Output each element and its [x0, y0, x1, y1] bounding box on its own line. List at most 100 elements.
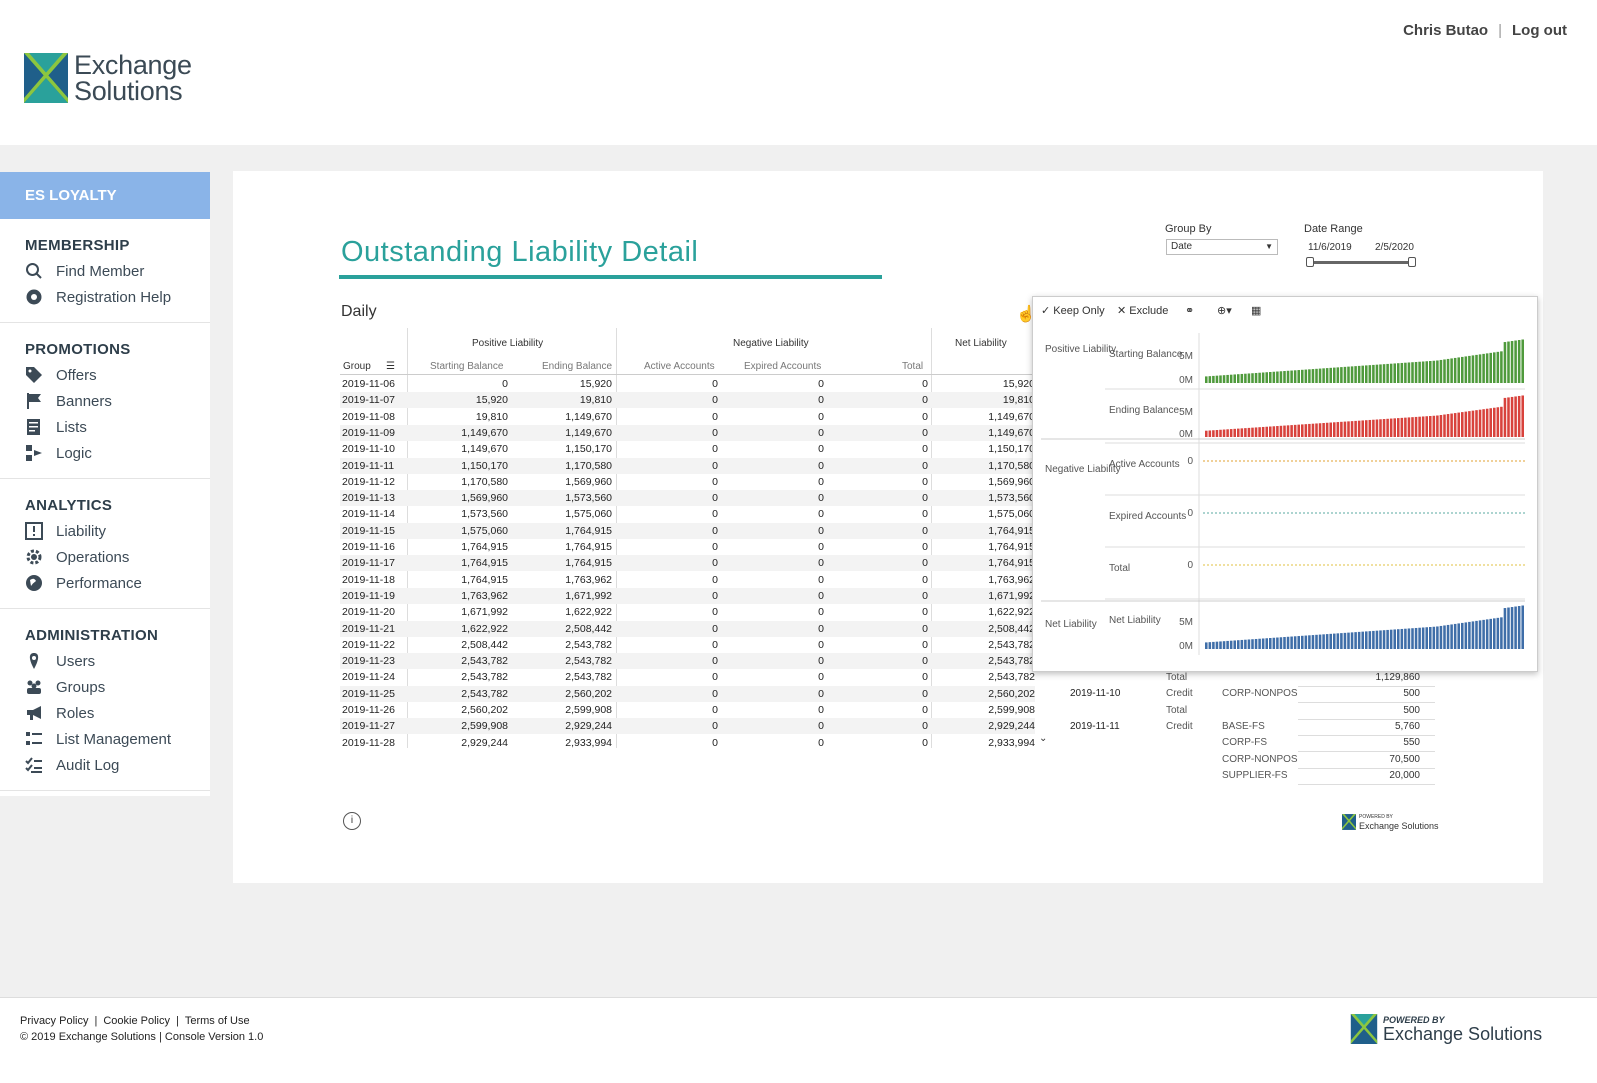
cell-value: 2,543,782 [988, 655, 1035, 668]
cell-date: 2019-11-08 [342, 410, 395, 423]
terms-link[interactable]: Terms of Use [185, 1015, 250, 1027]
cell-value: 0 [818, 524, 824, 537]
chart-bar [1276, 426, 1279, 437]
chart-bar [1439, 625, 1443, 649]
info-icon[interactable]: i [343, 812, 361, 830]
chart-bar [1379, 630, 1382, 649]
cell-value: 0 [818, 606, 824, 619]
sidebar-item-groups[interactable]: Groups [0, 674, 210, 700]
sidebar-item-performance[interactable]: Performance [0, 570, 210, 596]
sidebar-item-find-member[interactable]: Find Member [0, 258, 210, 284]
chart-bar [1329, 422, 1332, 437]
lifebuoy-icon [25, 288, 43, 306]
sidebar-item-list-management[interactable]: List Management [0, 726, 210, 752]
chart-bar [1219, 375, 1222, 383]
tick-label: 0M [1179, 641, 1193, 652]
table-row[interactable]: 2019-11-24 2,543,782 2,543,782 0 0 0 2,543,782 [340, 669, 1035, 685]
group-by-value: Date [1171, 241, 1193, 252]
cell-value: 1,149,670 [565, 426, 612, 439]
chart-bar [1503, 342, 1507, 383]
chart-row-label: Net Liability [1109, 615, 1161, 626]
chart-bar [1453, 413, 1457, 437]
chart-bar [1240, 639, 1244, 649]
table-row[interactable]: 2019-11-15 1,575,060 1,764,915 0 0 0 1,764,915 [340, 522, 1035, 539]
chart-bar [1457, 412, 1460, 437]
table-row[interactable]: 2019-11-12 1,170,580 1,569,960 0 0 0 1,569,960 [340, 474, 1035, 490]
sidebar-item-offers[interactable]: Offers [0, 362, 210, 388]
chart-bar [1333, 633, 1336, 649]
cell-value: 0 [922, 638, 928, 651]
table-row[interactable]: 2019-11-22 2,508,442 2,543,782 0 0 0 2,543,782 [340, 637, 1035, 653]
scroll-down-icon[interactable]: ⌄ [1039, 733, 1047, 744]
cell-value: 0 [922, 426, 928, 439]
logout-link[interactable]: Log out [1512, 22, 1567, 39]
cell-date: 2019-11-10 [342, 443, 395, 456]
table-row[interactable]: 2019-11-10 1,149,670 1,150,170 0 0 0 1,150,170 [340, 441, 1035, 457]
chart-bar [1397, 629, 1400, 649]
table-row[interactable]: 2019-11-23 2,543,782 2,543,782 0 0 0 2,543,782 [340, 653, 1035, 670]
chart-bar [1489, 408, 1492, 437]
table-row[interactable]: 2019-11-26 2,560,202 2,599,908 0 0 0 2,599,908 [340, 702, 1035, 718]
chart-bar [1233, 374, 1236, 383]
cookie-policy-link[interactable]: Cookie Policy [103, 1015, 170, 1027]
sidebar-item-liability[interactable]: Liability [0, 518, 210, 544]
table-row[interactable]: 2019-11-06 0 15,920 0 0 0 15,920 [340, 376, 1035, 392]
table-row[interactable]: 2019-11-19 1,763,962 1,671,992 0 0 0 1,671,992 [340, 587, 1035, 604]
chart-bar [1475, 354, 1478, 383]
chart-bar [1301, 635, 1304, 649]
cell-value: 0 [922, 704, 928, 716]
sort-icon[interactable]: ☰ [386, 361, 395, 372]
table-row[interactable]: 2019-11-27 2,599,908 2,929,244 0 0 0 2,929,244 [340, 718, 1035, 735]
sidebar-item-audit-log[interactable]: Audit Log [0, 752, 210, 778]
privacy-policy-link[interactable]: Privacy Policy [20, 1015, 88, 1027]
slider-handle-start[interactable] [1306, 257, 1314, 267]
cell-value: 0 [922, 394, 928, 407]
table-row[interactable]: 2019-11-08 19,810 1,149,670 0 0 0 1,149,670 [340, 409, 1035, 425]
sidebar-item-registration-help[interactable]: Registration Help [0, 284, 210, 310]
table-row[interactable]: 2019-11-28 2,929,244 2,933,994 0 0 0 2,933,994 [340, 735, 1035, 748]
chart-bar [1425, 627, 1428, 649]
date-range-slider[interactable] [1310, 261, 1413, 264]
table-row[interactable]: 2019-11-16 1,764,915 1,764,915 0 0 0 1,764,915 [340, 539, 1035, 555]
tick-label: 5M [1179, 407, 1193, 418]
header-group[interactable]: Group [343, 361, 371, 372]
cell-value: 0 [922, 541, 928, 553]
table-row[interactable]: 2019-11-25 2,543,782 2,560,202 0 0 0 2,560,202 [340, 685, 1035, 702]
group-by-select[interactable]: Date ▼ [1166, 239, 1278, 255]
table-row[interactable]: 2019-11-14 1,573,560 1,575,060 0 0 0 1,575,060 [340, 506, 1035, 522]
table-row[interactable]: 2019-11-17 1,764,915 1,764,915 0 0 0 1,764,915 [340, 555, 1035, 572]
table-row[interactable]: 2019-11-09 1,149,670 1,149,670 0 0 0 1,149,670 [340, 424, 1035, 441]
chart-bar [1372, 419, 1375, 437]
user-name[interactable]: Chris Butao [1403, 22, 1488, 39]
chart-bar [1272, 637, 1276, 649]
chart-bar [1446, 414, 1450, 437]
table-row[interactable]: 2019-11-11 1,150,170 1,170,580 0 0 0 1,170,580 [340, 457, 1035, 474]
sidebar-item-banners[interactable]: Banners [0, 388, 210, 414]
sidebar-heading: ADMINISTRATION [25, 627, 159, 644]
powered-by-small: POWERED BY Exchange Solutions [1342, 813, 1439, 831]
slider-handle-end[interactable] [1408, 257, 1416, 267]
table-row[interactable]: 2019-11-07 15,920 19,810 0 0 0 19,810 [340, 392, 1035, 409]
sidebar-es-loyalty[interactable]: ES LOYALTY [0, 172, 210, 219]
table-row[interactable]: 2019-11-21 1,622,922 2,508,442 0 0 0 2,508,442 [340, 620, 1035, 637]
chart-bar [1290, 370, 1293, 383]
cell-value: 1,170,580 [461, 475, 508, 488]
mini-date: 2019-11-10 [1070, 688, 1121, 700]
tick-label: 0M [1179, 429, 1193, 440]
brand-logo[interactable]: Exchange Solutions [24, 52, 192, 105]
chart-bar [1493, 352, 1496, 383]
group-by-label: Group By [1165, 223, 1212, 235]
page-title: Outstanding Liability Detail [341, 236, 699, 268]
sidebar-item-operations[interactable]: Operations [0, 544, 210, 570]
sidebar-item-lists[interactable]: Lists [0, 414, 210, 440]
table-row[interactable]: 2019-11-13 1,569,960 1,573,560 0 0 0 1,573,560 [340, 490, 1035, 507]
sidebar-item-users[interactable]: Users [0, 648, 210, 674]
chart-bar [1276, 637, 1279, 649]
cell-value: 1,150,170 [461, 459, 508, 472]
sidebar-item-roles[interactable]: Roles [0, 700, 210, 726]
cell-value: 0 [818, 475, 824, 488]
table-row[interactable]: 2019-11-20 1,671,992 1,622,922 0 0 0 1,622,922 [340, 604, 1035, 620]
cell-value: 0 [818, 557, 824, 570]
sidebar-item-logic[interactable]: Logic [0, 440, 210, 466]
table-row[interactable]: 2019-11-18 1,764,915 1,763,962 0 0 0 1,763,962 [340, 572, 1035, 588]
